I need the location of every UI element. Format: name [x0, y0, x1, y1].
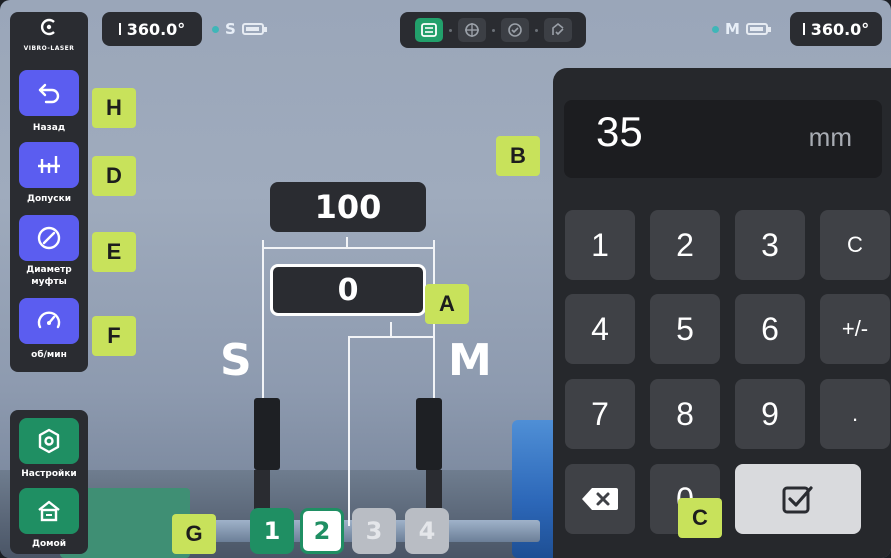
callout-f: F — [92, 316, 136, 356]
sensor-s-unit — [254, 398, 280, 470]
callout-b: B — [496, 136, 540, 176]
rpm-button[interactable] — [19, 298, 79, 344]
checkbox-confirm-icon — [782, 486, 813, 514]
crosshair-icon[interactable] — [458, 18, 486, 42]
settings-button[interactable] — [19, 418, 79, 464]
back-arrow-icon — [38, 83, 60, 104]
logo-text: VIBRO-LASER — [23, 45, 75, 52]
distance-input-value: 0 — [337, 272, 359, 308]
distance-value: 100 — [314, 188, 382, 226]
callout-c: C — [678, 498, 722, 538]
keypad-unit: mm — [808, 122, 852, 152]
step-4[interactable]: 4 — [405, 508, 449, 554]
key-clear[interactable]: C — [820, 210, 890, 280]
connection-dot-icon — [712, 25, 719, 33]
back-button[interactable] — [19, 70, 79, 116]
keypad-value: 35 — [596, 108, 643, 155]
distance-input-field[interactable]: 0 — [270, 264, 426, 316]
diameter-icon — [37, 226, 61, 250]
backspace-button[interactable] — [565, 464, 635, 534]
key-6[interactable]: 6 — [735, 294, 805, 364]
inner-dimension-tick — [390, 322, 392, 336]
angle-tick-icon — [802, 23, 805, 35]
sensor-s-mount — [254, 470, 270, 510]
coupling-diameter-label: Диаметр муфты — [26, 265, 72, 287]
left-sidebar: VIBRO-LASER Назад Допуски Диаметр муфты … — [10, 12, 88, 372]
callout-e: E — [92, 232, 136, 272]
settings-label: Настройки — [21, 469, 77, 479]
key-5[interactable]: 5 — [650, 294, 720, 364]
settings-icon — [38, 428, 60, 454]
mode-separator — [535, 28, 538, 32]
center-line — [348, 336, 350, 526]
key-3[interactable]: 3 — [735, 210, 805, 280]
right-sensor-label: M — [725, 20, 740, 38]
brand-logo: VIBRO-LASER — [10, 18, 88, 52]
left-angle-value: 360.0° — [126, 19, 186, 39]
mode-selector — [400, 12, 586, 48]
dimension-tick — [346, 237, 348, 249]
angle-tick-icon — [118, 23, 121, 35]
keypad-display: 35 mm — [564, 100, 882, 178]
callout-g: G — [172, 514, 216, 554]
key-4[interactable]: 4 — [565, 294, 635, 364]
key-8[interactable]: 8 — [650, 379, 720, 449]
left-sensor-label: S — [225, 20, 236, 38]
confirm-button[interactable] — [735, 464, 861, 534]
left-angle-display: 360.0° — [102, 12, 202, 46]
vibro-laser-logo-icon — [10, 18, 88, 41]
rpm-gauge-icon — [37, 311, 61, 329]
right-sensor-indicator: M — [712, 20, 771, 38]
right-angle-value: 360.0° — [810, 19, 870, 39]
sensor-m-mount — [426, 470, 442, 510]
right-angle-display: 360.0° — [790, 12, 882, 46]
step-3[interactable]: 3 — [352, 508, 396, 554]
horizontal-shafts-icon[interactable] — [415, 18, 443, 42]
dimension-line — [262, 247, 434, 249]
left-sensor-indicator: S — [212, 20, 267, 38]
callout-h: H — [92, 88, 136, 128]
home-icon — [38, 500, 60, 522]
tolerances-label: Допуски — [26, 194, 72, 204]
tolerance-sliders-icon — [38, 156, 60, 173]
inner-dimension-line — [348, 336, 434, 338]
key-2[interactable]: 2 — [650, 210, 720, 280]
mode-separator — [492, 28, 495, 32]
key-plus-minus[interactable]: +/- — [820, 294, 890, 364]
rpm-label: об/мин — [31, 350, 67, 360]
battery-icon — [241, 23, 267, 35]
sensor-m-label: M — [448, 335, 492, 386]
key-9[interactable]: 9 — [735, 379, 805, 449]
home-label: Домой — [31, 539, 67, 549]
step-2[interactable]: 2 — [300, 508, 344, 554]
back-label: Назад — [32, 123, 66, 133]
sensor-m-unit — [416, 398, 442, 470]
sensor-s-label: S — [220, 335, 252, 386]
callout-a: A — [425, 284, 469, 324]
battery-icon — [745, 23, 771, 35]
target-icon[interactable] — [501, 18, 529, 42]
connection-dot-icon — [212, 25, 219, 33]
mode-separator — [449, 28, 452, 32]
left-sidebar-bottom: Настройки Домой — [10, 410, 88, 554]
key-1[interactable]: 1 — [565, 210, 635, 280]
check-badge-icon[interactable] — [544, 18, 572, 42]
distance-display: 100 — [270, 182, 426, 232]
backspace-icon — [582, 488, 618, 510]
app-screen: 360.0° S M 360.0° VIBRO-LASER Назад Допу… — [0, 0, 891, 558]
key-decimal[interactable]: . — [820, 379, 890, 449]
tolerances-button[interactable] — [19, 142, 79, 188]
key-7[interactable]: 7 — [565, 379, 635, 449]
step-1[interactable]: 1 — [250, 508, 294, 554]
callout-d: D — [92, 156, 136, 196]
coupling-diameter-button[interactable] — [19, 215, 79, 261]
home-button[interactable] — [19, 488, 79, 534]
